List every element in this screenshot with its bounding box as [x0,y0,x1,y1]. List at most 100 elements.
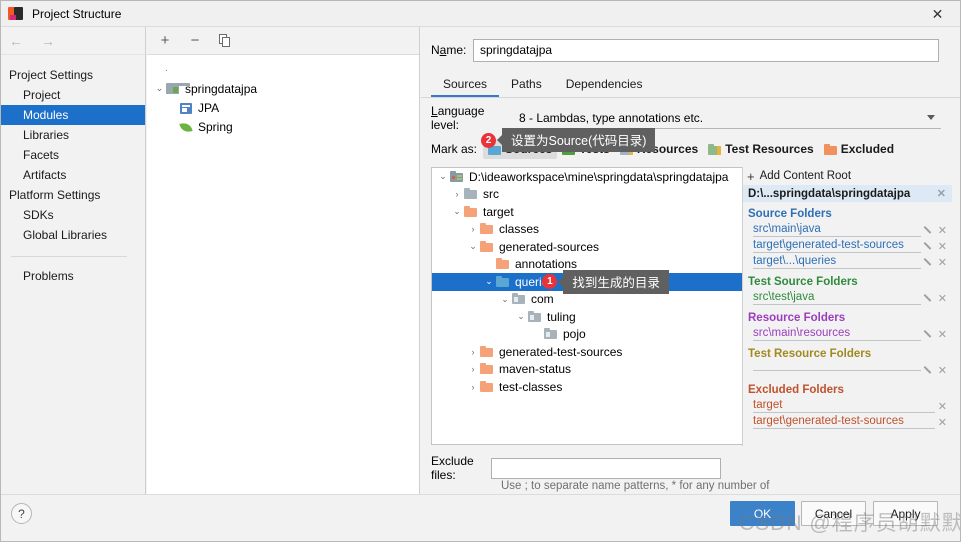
window-title: Project Structure [32,6,122,21]
sidebar-group-platform-settings: Platform Settings [9,188,101,202]
remove-folder-icon[interactable]: ✕ [938,224,947,237]
sidebar-list: Project Settings Project Modules Librari… [1,55,145,286]
tree-row[interactable]: ⌄ D:\ideaworkspace\mine\springdata\sprin… [432,168,743,186]
twisty-icon[interactable]: › [466,347,480,357]
module-folder-icon [166,82,190,96]
tab-sources[interactable]: Sources [431,73,500,97]
tree-row[interactable]: › src [432,186,743,204]
edit-pencil-icon[interactable] [924,225,935,236]
sidebar-item-libraries[interactable]: Libraries [1,125,145,145]
mark-as-excluded-button[interactable]: Excluded [819,139,899,159]
annotation-2: 2 设置为Source(代码目录) [481,128,656,152]
twisty-icon[interactable]: ⌄ [436,171,450,182]
folder-item[interactable]: src\main\resources ✕ [743,326,952,342]
edit-pencil-icon[interactable] [924,365,935,376]
title-bar: Project Structure ✕ [1,1,960,27]
sidebar-item-project[interactable]: Project [1,85,145,105]
facet-row-jpa[interactable]: JPA [147,98,419,117]
apply-button[interactable]: Apply [873,501,938,526]
add-module-icon[interactable]: + [157,32,173,49]
mark-as-test-resources-button[interactable]: Test Resources [703,139,818,159]
sidebar-nav-bar: ← → [1,27,145,55]
module-row-springdatajpa[interactable]: ⌄ springdatajpa [147,79,419,98]
twisty-icon[interactable]: ⌄ [450,206,464,217]
dialog-footer: ? OK Cancel Apply [1,494,960,541]
forward-arrow-icon[interactable]: → [41,34,55,48]
sidebar-item-problems[interactable]: Problems [1,266,145,286]
remove-folder-icon[interactable]: ✕ [938,400,947,413]
back-arrow-icon[interactable]: ← [9,34,23,48]
tree-row-queries[interactable]: ⌄ queries 1 找到生成的目录 [432,269,743,294]
copy-module-icon[interactable] [217,33,233,49]
sidebar-item-sdks[interactable]: SDKs [1,205,145,225]
facet-row-spring[interactable]: Spring [147,117,419,136]
package-icon [528,310,542,323]
tree-row[interactable]: ⌄ tuling [432,308,743,326]
twisty-icon[interactable]: ⌄ [514,311,528,322]
modules-tree: . ⌄ springdatajpa JPA Spring [147,55,419,493]
add-content-root-button[interactable]: + Add Content Root [743,167,952,185]
folder-item[interactable]: src\test\java ✕ [743,290,952,306]
help-button[interactable]: ? [11,503,32,524]
folder-item[interactable]: src\main\java ✕ [743,222,952,238]
twisty-icon[interactable]: ⌄ [482,276,496,287]
sidebar-item-facets[interactable]: Facets [1,145,145,165]
tree-row[interactable]: › classes [432,221,743,239]
folder-icon [464,205,478,218]
excluded-folder-icon [823,143,837,155]
tree-row[interactable]: ⌄ target [432,203,743,221]
tab-paths[interactable]: Paths [499,73,554,97]
remove-folder-icon[interactable]: ✕ [938,328,947,341]
close-icon[interactable]: ✕ [915,1,960,27]
edit-pencil-icon[interactable] [924,257,935,268]
group-title-test-resource-folders: Test Resource Folders [748,348,872,360]
folder-icon [496,258,510,270]
folder-item[interactable]: target\generated-test-sources ✕ [743,238,952,254]
folder-item[interactable]: target ✕ [743,398,952,414]
sidebar-item-artifacts[interactable]: Artifacts [1,165,145,185]
edit-pencil-icon[interactable] [924,241,935,252]
tree-row-label: com [531,292,554,307]
tree-row[interactable]: ⌄ com [432,291,743,309]
tree-row[interactable]: › test-classes [432,378,743,396]
edit-pencil-icon[interactable] [924,293,935,304]
remove-module-icon[interactable]: − [187,32,203,49]
sidebar-item-modules[interactable]: Modules [1,105,145,125]
module-name-input[interactable] [473,38,939,62]
remove-content-root-icon[interactable]: ✕ [937,187,946,200]
exclude-files-input[interactable] [491,457,721,479]
mark-as-label: Mark as: [431,142,478,156]
remove-folder-icon[interactable]: ✕ [938,364,947,377]
folder-item[interactable]: ✕ [743,362,952,378]
twisty-icon[interactable]: ⌄ [466,241,480,252]
folder-path: target [753,399,935,413]
cancel-button[interactable]: Cancel [801,501,866,526]
plus-icon: + [747,168,755,184]
sidebar-item-global-libraries[interactable]: Global Libraries [1,225,145,245]
chevron-down-icon[interactable] [927,115,935,120]
tab-dependencies[interactable]: Dependencies [554,73,655,97]
twisty-icon[interactable]: › [466,224,480,234]
edit-pencil-icon[interactable] [924,329,935,340]
ok-button[interactable]: OK [730,501,795,526]
folder-item[interactable]: target\...\queries ✕ [743,254,952,270]
folder-icon [480,363,494,375]
folder-item[interactable]: target\generated-test-sources ✕ [743,414,952,430]
tree-row[interactable]: pojo [432,326,743,344]
tree-row[interactable]: › generated-test-sources [432,343,743,361]
content-root-row[interactable]: D:\...springdata\springdatajpa ✕ [743,185,952,202]
folder-icon [464,188,478,200]
remove-folder-icon[interactable]: ✕ [938,292,947,305]
twisty-icon[interactable]: ⌄ [498,294,512,305]
twisty-icon[interactable]: › [450,189,464,199]
twisty-icon[interactable]: ⌄ [153,83,166,94]
tree-row[interactable]: › maven-status [432,361,743,379]
twisty-icon[interactable]: › [466,364,480,374]
remove-folder-icon[interactable]: ✕ [938,256,947,269]
tree-row[interactable]: ⌄ generated-sources [432,238,743,256]
content-root-tree[interactable]: ⌄ D:\ideaworkspace\mine\springdata\sprin… [431,167,744,445]
twisty-icon[interactable]: › [466,382,480,392]
remove-folder-icon[interactable]: ✕ [938,240,947,253]
remove-folder-icon[interactable]: ✕ [938,416,947,429]
language-level-select[interactable]: 8 - Lambdas, type annotations etc. [513,107,941,129]
